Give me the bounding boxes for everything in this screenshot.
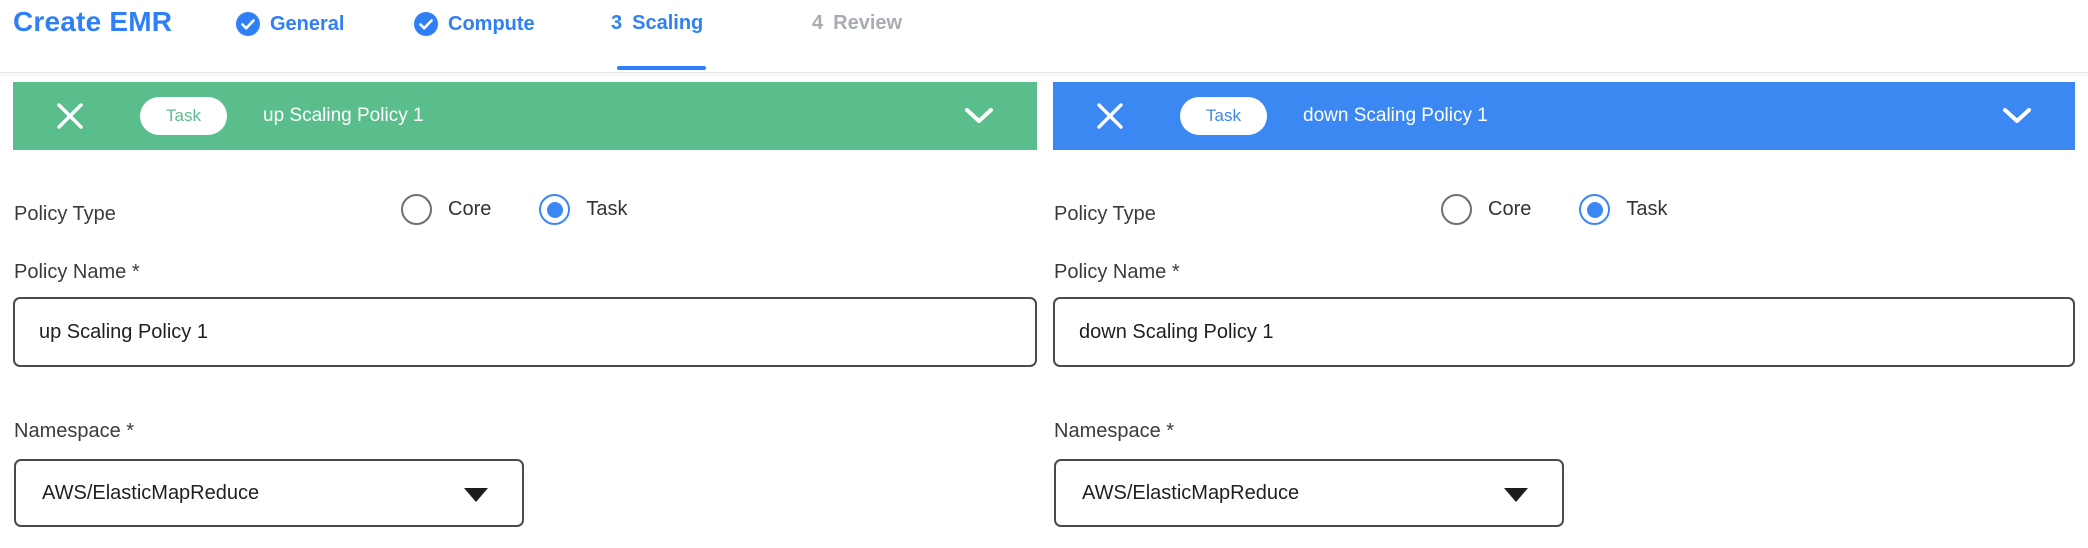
panel-title: up Scaling Policy 1 — [263, 105, 424, 127]
namespace-selected-value: AWS/ElasticMapReduce — [42, 482, 259, 505]
policy-type-label: Policy Type — [14, 203, 116, 226]
radio-task-selected[interactable] — [1579, 194, 1610, 225]
check-circle-icon — [236, 12, 260, 36]
step-label: General — [270, 13, 344, 36]
namespace-label: Namespace * — [14, 420, 134, 443]
radio-task-selected[interactable] — [539, 194, 570, 225]
step-label: Review — [833, 12, 902, 35]
namespace-select[interactable]: AWS/ElasticMapReduce — [14, 459, 524, 527]
namespace-label: Namespace * — [1054, 420, 1174, 443]
check-circle-icon — [414, 12, 438, 36]
step-label: Compute — [448, 13, 535, 36]
radio-option-core[interactable]: Core — [401, 194, 491, 225]
wizard-header: Create EMR General Compute 3 Scaling 4 R… — [0, 0, 2088, 73]
policy-type-label: Policy Type — [1054, 203, 1156, 226]
step-number: 3 — [611, 12, 622, 35]
scale-down-panel-header[interactable]: Task down Scaling Policy 1 — [1053, 82, 2075, 150]
radio-task-label: Task — [1626, 198, 1667, 221]
policy-type-badge: Task — [140, 97, 227, 135]
step-label: Scaling — [632, 12, 703, 35]
step-general[interactable]: General — [236, 12, 344, 36]
policy-type-radio-group: Core Task — [401, 194, 627, 225]
policy-name-label: Policy Name * — [1054, 261, 1180, 284]
chevron-down-icon[interactable] — [2001, 105, 2033, 127]
radio-option-core[interactable]: Core — [1441, 194, 1531, 225]
radio-core-unselected[interactable] — [401, 194, 432, 225]
caret-down-icon — [464, 488, 488, 502]
step-scaling-active[interactable]: 3 Scaling — [611, 12, 703, 35]
policy-type-radio-group: Core Task — [1441, 194, 1667, 225]
step-number: 4 — [812, 12, 823, 35]
panel-title: down Scaling Policy 1 — [1303, 105, 1488, 127]
policy-name-label: Policy Name * — [14, 261, 140, 284]
page-title: Create EMR — [13, 6, 172, 38]
close-icon[interactable] — [56, 102, 84, 130]
radio-core-unselected[interactable] — [1441, 194, 1472, 225]
radio-core-label: Core — [448, 198, 491, 221]
policy-type-badge: Task — [1180, 97, 1267, 135]
close-icon[interactable] — [1096, 102, 1124, 130]
active-step-underline — [617, 66, 706, 70]
radio-task-label: Task — [586, 198, 627, 221]
chevron-down-icon[interactable] — [963, 105, 995, 127]
step-compute[interactable]: Compute — [414, 12, 535, 36]
radio-option-task[interactable]: Task — [1579, 194, 1667, 225]
policy-name-input[interactable] — [13, 297, 1037, 367]
namespace-select[interactable]: AWS/ElasticMapReduce — [1054, 459, 1564, 527]
caret-down-icon — [1504, 488, 1528, 502]
policy-name-input[interactable] — [1053, 297, 2075, 367]
scale-up-panel-header[interactable]: Task up Scaling Policy 1 — [13, 82, 1037, 150]
radio-option-task[interactable]: Task — [539, 194, 627, 225]
namespace-selected-value: AWS/ElasticMapReduce — [1082, 482, 1299, 505]
radio-core-label: Core — [1488, 198, 1531, 221]
step-review[interactable]: 4 Review — [812, 12, 902, 35]
scale-up-policy-panel: Task up Scaling Policy 1 Policy Type Cor… — [13, 82, 1037, 150]
scale-down-policy-panel: Task down Scaling Policy 1 Policy Type C… — [1053, 82, 2075, 150]
